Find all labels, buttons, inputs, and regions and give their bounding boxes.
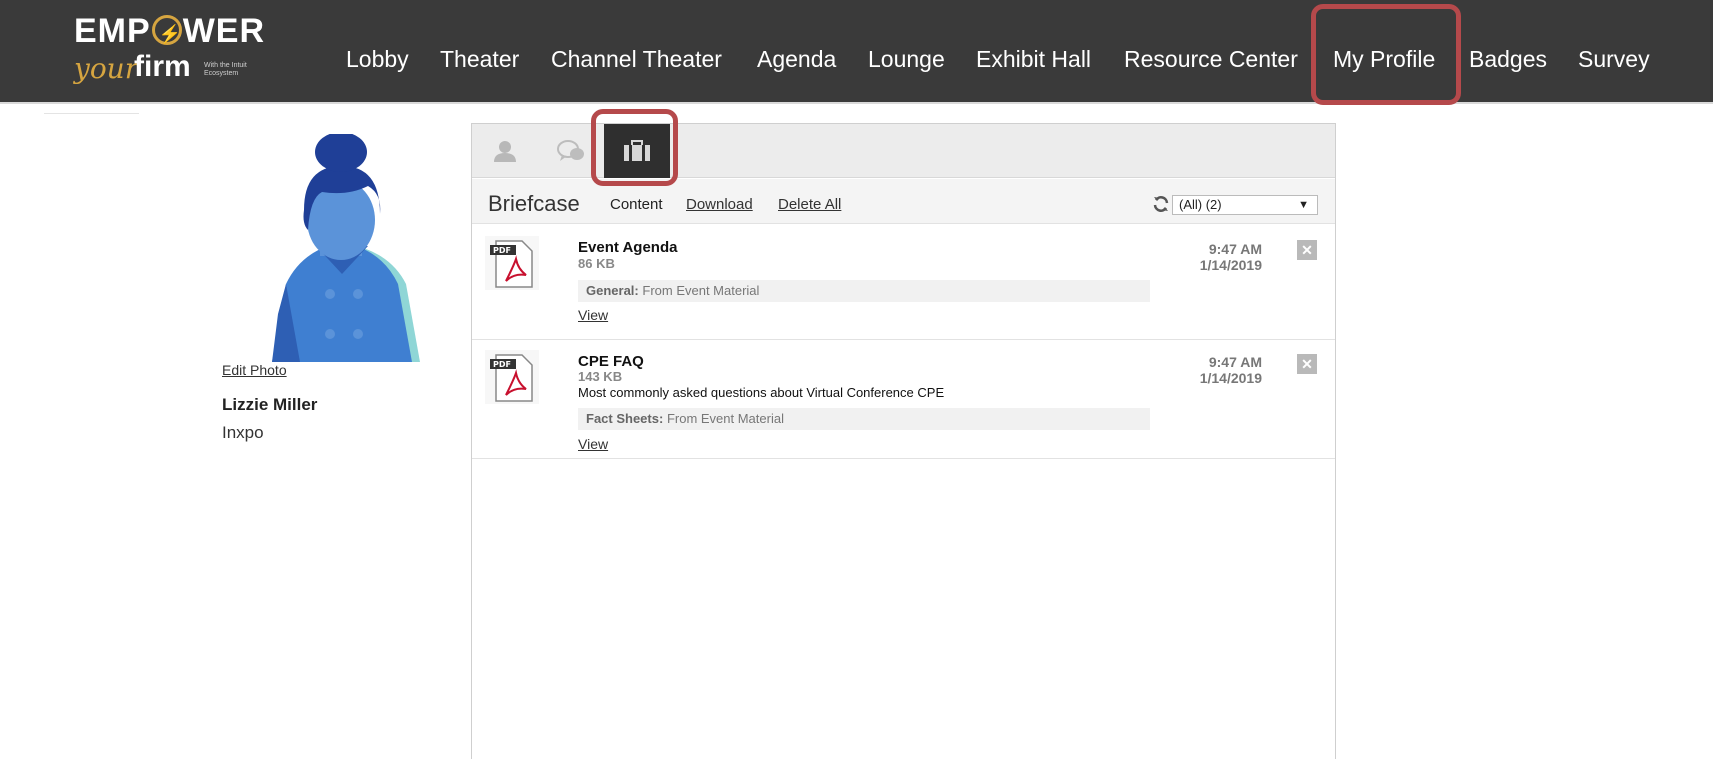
category-source: From Event Material [642, 283, 760, 298]
tab-profile[interactable] [472, 124, 538, 178]
my-profile-highlight-box [1311, 4, 1461, 105]
logo-text-emp: EMP [74, 12, 151, 50]
briefcase-item: PDF CPE FAQ 143 KB Most commonly asked q… [472, 340, 1335, 459]
chat-icon [557, 140, 584, 161]
pdf-file-icon[interactable]: PDF [484, 235, 540, 291]
empower-your-firm-logo[interactable]: EMP WER your firm With the Intuit Ecosyst… [74, 14, 294, 100]
refresh-icon[interactable] [1152, 195, 1170, 213]
pdf-file-icon[interactable]: PDF [484, 349, 540, 405]
nav-item-badges[interactable]: Badges [1469, 44, 1547, 74]
nav-item-theater[interactable]: Theater [440, 44, 519, 74]
item-time: 9:47 AM [1208, 354, 1262, 370]
content-filter-select[interactable]: (All) (2) ▼ [1172, 195, 1318, 215]
briefcase-item: PDF Event Agenda 86 KB General: From Eve… [472, 225, 1335, 340]
user-name: Lizzie Miller [222, 395, 318, 414]
nav-item-resource-center[interactable]: Resource Center [1124, 44, 1298, 74]
item-category: Fact Sheets: From Event Material [578, 408, 1150, 430]
nav-item-channel-theater[interactable]: Channel Theater [551, 44, 722, 74]
nav-item-agenda[interactable]: Agenda [757, 44, 836, 74]
nav-item-exhibit-hall[interactable]: Exhibit Hall [976, 44, 1091, 74]
item-date: 1/14/2019 [1199, 257, 1262, 273]
item-title[interactable]: Event Agenda [578, 239, 677, 256]
category-label: General: [586, 283, 639, 298]
download-link[interactable]: Download [686, 196, 753, 213]
nav-item-lounge[interactable]: Lounge [868, 44, 945, 74]
svg-text:PDF: PDF [493, 246, 511, 255]
view-link[interactable]: View [578, 436, 608, 452]
item-category: General: From Event Material [578, 280, 1150, 302]
logo-text-wer: WER [182, 12, 266, 50]
briefcase-panel: Briefcase Content Download Delete All (A… [471, 123, 1336, 759]
avatar-illustration[interactable] [250, 134, 446, 362]
filter-value: (All) (2) [1179, 197, 1222, 212]
divider-line [44, 113, 139, 114]
item-title[interactable]: CPE FAQ [578, 353, 644, 370]
nav-item-lobby[interactable]: Lobby [346, 44, 409, 74]
remove-item-button[interactable]: ✕ [1297, 240, 1317, 260]
content-label[interactable]: Content [610, 196, 663, 213]
item-size: 86 KB [578, 256, 615, 271]
profile-icon [494, 141, 516, 162]
category-source: From Event Material [666, 411, 784, 426]
item-size: 143 KB [578, 369, 623, 384]
item-timestamp: 9:47 AM 1/14/2019 [1200, 241, 1262, 273]
logo-text-firm: firm [134, 50, 191, 83]
nav-item-survey[interactable]: Survey [1578, 44, 1650, 74]
logo-text-with: With the Intuit Ecosystem [204, 62, 247, 77]
category-label: Fact Sheets: [586, 411, 664, 426]
user-company: Inxpo [222, 423, 264, 442]
item-time: 9:47 AM [1208, 241, 1262, 257]
briefcase-title: Briefcase [488, 191, 580, 216]
item-timestamp: 9:47 AM 1/14/2019 [1200, 354, 1262, 386]
lightning-bolt-icon [151, 15, 182, 51]
delete-all-link[interactable]: Delete All [778, 196, 841, 213]
view-link[interactable]: View [578, 307, 608, 323]
item-description: Most commonly asked questions about Virt… [578, 385, 945, 400]
dropdown-arrow-icon: ▼ [1298, 199, 1309, 211]
svg-text:PDF: PDF [493, 360, 511, 369]
edit-photo-link[interactable]: Edit Photo [222, 362, 287, 378]
briefcase-tab-highlight-box [591, 109, 678, 186]
item-date: 1/14/2019 [1199, 370, 1262, 386]
remove-item-button[interactable]: ✕ [1297, 354, 1317, 374]
logo-text-your: your [74, 52, 139, 85]
